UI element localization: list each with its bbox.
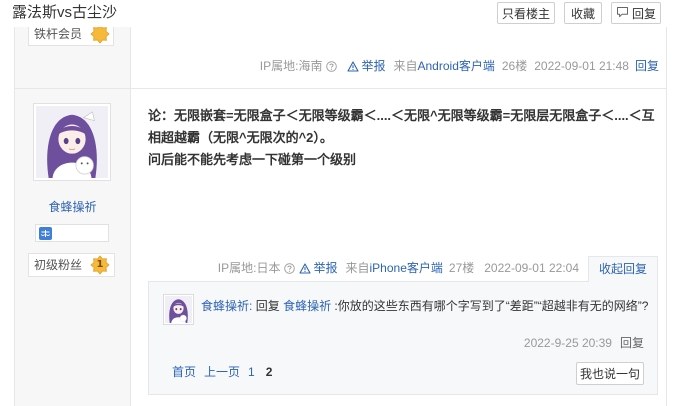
add-comment-button[interactable]: 我也说一句 (576, 362, 644, 385)
avatar[interactable] (33, 103, 111, 181)
level-number: 1 (96, 259, 104, 270)
client-source: 来自Android客户端 (393, 59, 494, 73)
post-content: 论：无限嵌套=无限盒子＜无限等级霸＜....＜无限^无限等级霸=无限层无限盒子＜… (148, 105, 656, 171)
sub-reply-body: :你放的这些东西有哪个字写到了“差距”“超越非有无的网络”? (334, 299, 649, 313)
member-level-title: 铁杆会员 (34, 27, 83, 41)
member-badge-icon[interactable] (39, 227, 52, 240)
ip-location: IP属地:日本 (217, 261, 281, 275)
source-prefix: 来自 (345, 261, 370, 275)
level-star-icon: 1 (90, 255, 110, 275)
pagination-page[interactable]: 1 (248, 365, 255, 379)
author-column (14, 27, 131, 406)
sub-reply-text: 食蜂操祈: 回复 食蜂操祈 :你放的这些东西有哪个字写到了“差距”“超越非有无的… (201, 295, 655, 317)
source-client-link[interactable]: iPhone客户端 (370, 261, 443, 275)
collapse-replies-tab[interactable]: 收起回复 (588, 256, 658, 282)
reply-thread-label: 回复 (631, 6, 656, 21)
question-circle-icon[interactable] (284, 262, 296, 274)
client-source: 来自iPhone客户端 (346, 261, 443, 275)
question-circle-icon[interactable] (326, 60, 338, 72)
post-meta-27: IP属地:日本 举报 来自iPhone客户端 27楼 2022-09-01 22… (218, 261, 579, 275)
post-paragraph: 问后能不能先考虑一下碰第一个级别 (148, 152, 357, 167)
post-time: 2022-09-01 22:04 (484, 261, 579, 275)
ip-location: IP属地:海南 (259, 59, 323, 73)
post-paragraph: 论：无限嵌套=无限盒子＜无限等级霸＜....＜无限^无限等级霸=无限层无限盒子＜… (148, 108, 655, 145)
author-username[interactable]: 食蜂操祈 (14, 199, 131, 215)
sub-reply-name-separator: : (249, 299, 253, 313)
floor-number: 27楼 (448, 261, 475, 275)
member-level-title: 初级粉丝 (34, 258, 83, 272)
floor-number: 26楼 (501, 59, 528, 73)
favorite-button[interactable]: 收藏 (564, 2, 602, 24)
thread-header: 露法斯vs古尘沙 只看楼主 收藏 回复 (0, 0, 680, 27)
pagination-prev[interactable]: 上一页 (204, 365, 240, 379)
thread-title: 露法斯vs古尘沙 (12, 4, 118, 21)
post-divider (14, 88, 667, 89)
sub-reply-username[interactable]: 食蜂操祈 (201, 299, 249, 313)
warning-icon (299, 262, 312, 274)
reply-thread-button[interactable]: 回复 (611, 2, 661, 24)
level-star-icon (90, 24, 110, 44)
avatar-image (36, 106, 108, 178)
member-badge-row (35, 224, 109, 242)
only-op-label: 只看楼主 (501, 6, 550, 21)
sub-reply-reply-link[interactable]: 回复 (620, 336, 644, 350)
pagination-first[interactable]: 首页 (172, 365, 196, 379)
post-time: 2022-09-01 21:48 (534, 59, 629, 73)
post-meta-26: IP属地:海南 举报 来自Android客户端 26楼 2022-09-01 2… (260, 59, 659, 73)
report-link[interactable]: 举报 (347, 59, 385, 73)
sub-reply-time: 2022-9-25 20:39 (523, 336, 612, 350)
only-op-button[interactable]: 只看楼主 (497, 2, 555, 24)
reply-link[interactable]: 回复 (635, 59, 659, 73)
report-link[interactable]: 举报 (299, 261, 338, 275)
sub-reply-target-username[interactable]: 食蜂操祈 (283, 299, 331, 313)
avatar-image (165, 296, 192, 323)
pagination-current-page: 2 (265, 365, 273, 379)
report-label: 举报 (313, 261, 338, 275)
member-level-badge: 初级粉丝 1 (28, 253, 115, 277)
reply-bubble-icon (616, 6, 629, 21)
report-label: 举报 (361, 59, 386, 73)
favorite-label: 收藏 (570, 6, 595, 21)
sub-reply-pagination: 首页 上一页 1 2 (172, 365, 272, 379)
sub-reply-meta: 2022-9-25 20:39 回复 (524, 336, 644, 350)
source-client-link[interactable]: Android客户端 (418, 59, 495, 73)
post-list-border (666, 27, 667, 406)
source-prefix: 来自 (393, 59, 418, 73)
sub-reply-reply-word: 回复 (255, 299, 280, 313)
sub-reply-avatar[interactable] (163, 294, 194, 325)
warning-icon (347, 60, 360, 72)
